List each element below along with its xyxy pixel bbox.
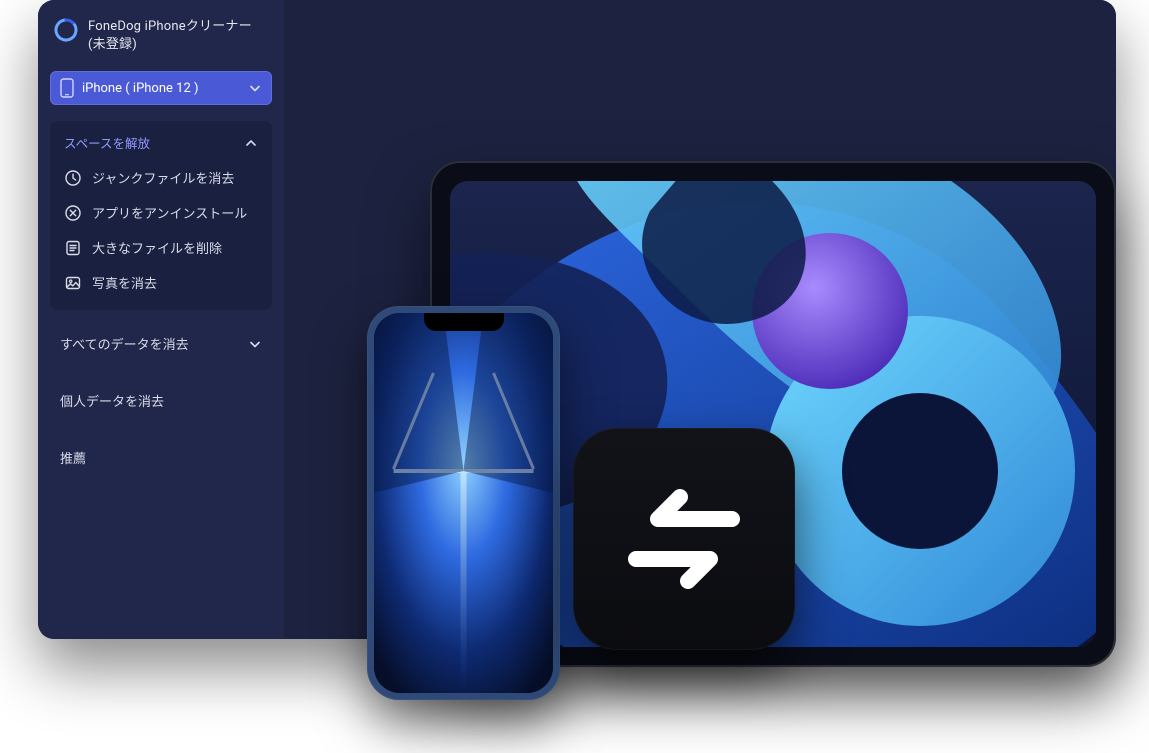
photo-icon xyxy=(64,274,82,292)
clock-icon xyxy=(64,169,82,187)
nav-item-large-files[interactable]: 大きなファイルを削除 xyxy=(62,230,260,265)
nav-item-label: ジャンクファイルを消去 xyxy=(92,168,234,187)
nav-item-junk-files[interactable]: ジャンクファイルを消去 xyxy=(62,160,260,195)
app-title: FoneDog iPhoneクリーナー (未登録) xyxy=(88,18,252,53)
swap-arrows-icon xyxy=(614,479,754,599)
nav-item-label: 推薦 xyxy=(60,448,86,467)
transfer-app-icon xyxy=(573,428,795,650)
phone-icon xyxy=(60,78,74,98)
sidebar: FoneDog iPhoneクリーナー (未登録) iPhone ( iPhon… xyxy=(38,0,284,639)
nav-item-label: 大きなファイルを削除 xyxy=(92,238,222,257)
nav-item-recommend[interactable]: 推薦 xyxy=(50,434,272,481)
chevron-up-icon xyxy=(244,136,258,150)
iphone-wallpaper xyxy=(374,313,553,693)
nav-item-erase-private[interactable]: 個人データを消去 xyxy=(50,377,272,424)
nav-item-label: アプリをアンインストール xyxy=(92,203,247,222)
section-header-free-space[interactable]: スペースを解放 xyxy=(62,131,260,160)
app-header: FoneDog iPhoneクリーナー (未登録) xyxy=(50,14,272,67)
device-selector[interactable]: iPhone ( iPhone 12 ) xyxy=(50,71,272,105)
app-logo-icon xyxy=(54,18,78,42)
nav-item-erase-all[interactable]: すべてのデータを消去 xyxy=(50,320,272,367)
iphone-device-mock xyxy=(367,306,560,700)
iphone-notch xyxy=(424,313,504,331)
nav-item-label: すべてのデータを消去 xyxy=(60,334,189,353)
nav-item-label: 個人データを消去 xyxy=(60,391,164,410)
chevron-down-icon xyxy=(248,81,262,95)
chevron-down-icon xyxy=(248,337,262,351)
nav-section-free-space: スペースを解放 ジャンクファイルを消去 アプリをアンインストール xyxy=(50,121,272,310)
nav-item-erase-photos[interactable]: 写真を消去 xyxy=(62,265,260,300)
section-title: スペースを解放 xyxy=(64,133,150,152)
remove-app-icon xyxy=(64,204,82,222)
nav-item-uninstall-apps[interactable]: アプリをアンインストール xyxy=(62,195,260,230)
device-selector-label: iPhone ( iPhone 12 ) xyxy=(82,81,199,96)
nav-item-label: 写真を消去 xyxy=(92,273,157,292)
list-file-icon xyxy=(64,239,82,257)
